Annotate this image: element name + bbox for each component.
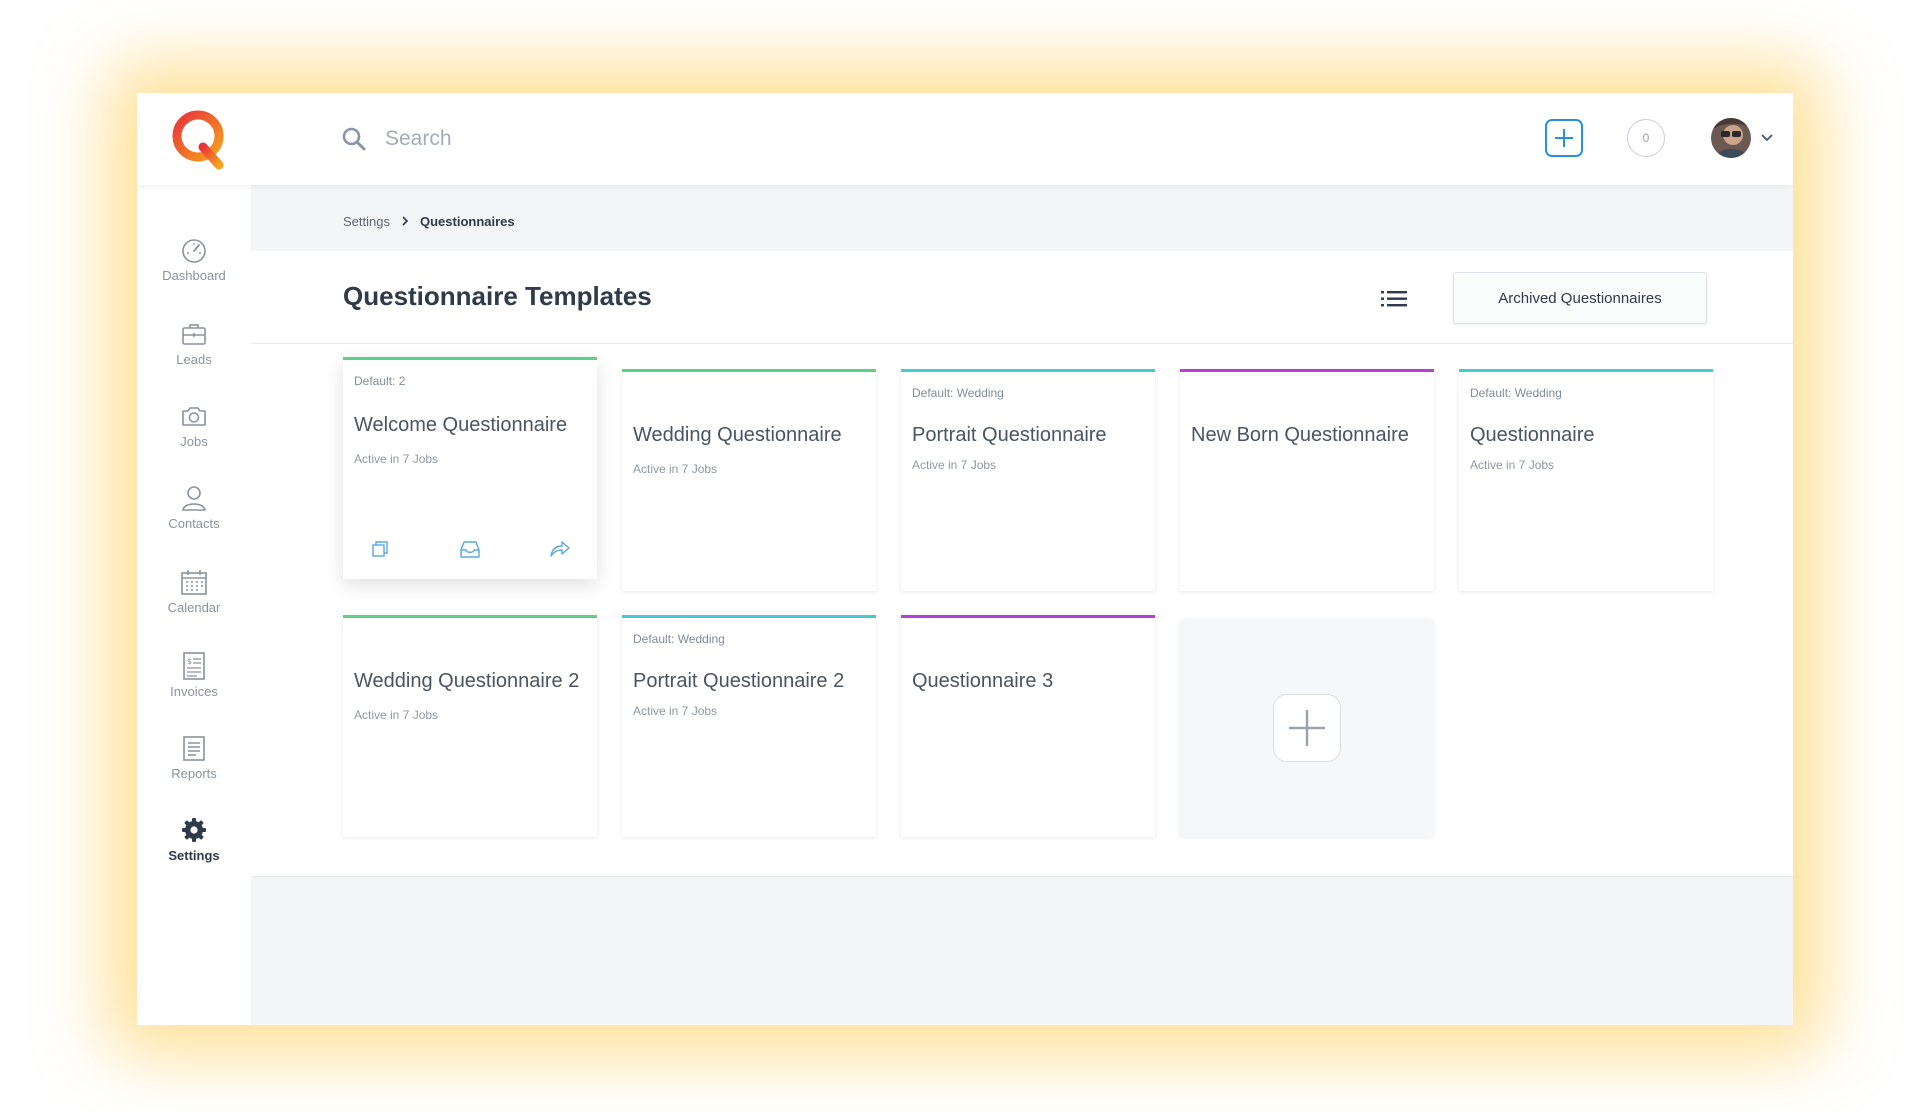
avatar[interactable] bbox=[1711, 118, 1751, 158]
chevron-right-icon bbox=[402, 216, 409, 226]
top-bar: Q 0 bbox=[137, 93, 1793, 185]
questionnaire-card-portrait[interactable]: Default: Wedding Portrait Questionnaire … bbox=[901, 369, 1155, 591]
sidebar-item-label: Calendar bbox=[167, 600, 221, 615]
dashboard-icon bbox=[182, 239, 206, 263]
questionnaire-card-new-born[interactable]: New Born Questionnaire bbox=[1180, 369, 1434, 591]
breadcrumb-current: Questionnaires bbox=[419, 213, 515, 229]
sidebar-item-label: Dashboard bbox=[162, 268, 226, 283]
archived-questionnaires-button[interactable]: Archived Questionnaires bbox=[1453, 272, 1707, 324]
logo[interactable]: Q bbox=[169, 107, 229, 171]
sidebar-item-reports[interactable]: Reports bbox=[137, 733, 251, 797]
card-status: Active in 7 Jobs bbox=[912, 458, 997, 472]
card-title: Portrait Questionnaire bbox=[912, 424, 1107, 446]
sidebar-item-label: Invoices bbox=[170, 684, 218, 699]
sidebar-item-contacts[interactable]: Contacts bbox=[137, 483, 251, 547]
sidebar-item-dashboard[interactable]: Dashboard bbox=[137, 235, 251, 299]
card-title: Welcome Questionnaire bbox=[354, 414, 568, 436]
person-icon bbox=[182, 486, 206, 511]
sidebar-item-label: Leads bbox=[176, 352, 212, 367]
plus-icon bbox=[1555, 129, 1573, 147]
duplicate-icon[interactable] bbox=[369, 538, 391, 560]
card-status: Active in 7 Jobs bbox=[354, 452, 439, 466]
card-status: Active in 7 Jobs bbox=[354, 708, 439, 722]
sidebar: Dashboard Leads Jobs Contacts Calendar $… bbox=[137, 185, 251, 1025]
invoice-icon: $ bbox=[183, 652, 205, 680]
card-default-label: Default: Wedding bbox=[1470, 386, 1562, 400]
sidebar-item-jobs[interactable]: Jobs bbox=[137, 401, 251, 465]
page-title: Questionnaire Templates bbox=[343, 281, 652, 311]
card-title: New Born Questionnaire bbox=[1191, 424, 1409, 446]
breadcrumb-parent[interactable]: Settings bbox=[343, 214, 390, 229]
search-input[interactable] bbox=[385, 119, 985, 159]
main-panel: Questionnaire Templates Archived Questio… bbox=[251, 251, 1793, 877]
questionnaire-card-portrait-2[interactable]: Default: Wedding Portrait Questionnaire … bbox=[622, 615, 876, 837]
questionnaire-card-wedding[interactable]: Wedding Questionnaire Active in 7 Jobs bbox=[622, 369, 876, 591]
camera-icon bbox=[182, 407, 206, 426]
app-window: Q 0 bbox=[137, 93, 1793, 1025]
card-default-label: Default: Wedding bbox=[633, 632, 725, 646]
user-photo-icon bbox=[1711, 118, 1751, 158]
sidebar-item-label: Settings bbox=[168, 848, 220, 863]
card-title: Questionnaire 3 bbox=[912, 670, 1054, 692]
briefcase-icon bbox=[182, 324, 206, 345]
add-questionnaire-card[interactable] bbox=[1180, 619, 1434, 837]
list-view-icon[interactable] bbox=[1379, 287, 1409, 311]
sidebar-item-calendar[interactable]: Calendar bbox=[137, 567, 251, 631]
sidebar-item-settings[interactable]: Settings bbox=[137, 815, 251, 879]
questionnaire-card-questionnaire-3[interactable]: Questionnaire 3 bbox=[901, 615, 1155, 837]
breadcrumb: Settings Questionnaires bbox=[343, 211, 515, 231]
questionnaire-card-questionnaire[interactable]: Default: Wedding Questionnaire Active in… bbox=[1459, 369, 1713, 591]
share-icon[interactable] bbox=[549, 538, 571, 560]
card-title: Wedding Questionnaire bbox=[633, 424, 842, 446]
notification-count-badge[interactable]: 0 bbox=[1627, 119, 1665, 157]
card-status: Active in 7 Jobs bbox=[1470, 458, 1555, 472]
sidebar-item-leads[interactable]: Leads bbox=[137, 319, 251, 383]
card-title: Questionnaire bbox=[1470, 424, 1595, 446]
inbox-icon[interactable] bbox=[459, 538, 481, 560]
calendar-icon bbox=[181, 570, 207, 595]
sidebar-item-label: Reports bbox=[171, 766, 217, 781]
add-questionnaire-button[interactable] bbox=[1273, 694, 1341, 762]
sidebar-item-label: Contacts bbox=[168, 516, 220, 531]
plus-icon bbox=[1289, 710, 1325, 746]
svg-text:$: $ bbox=[187, 657, 192, 666]
add-new-button[interactable] bbox=[1545, 119, 1583, 157]
report-icon bbox=[183, 736, 205, 761]
card-title: Portrait Questionnaire 2 bbox=[633, 670, 845, 692]
card-title: Wedding Questionnaire 2 bbox=[354, 670, 580, 692]
search-icon bbox=[342, 127, 366, 151]
logo-letter: Q bbox=[169, 107, 170, 108]
card-status: Active in 7 Jobs bbox=[633, 704, 718, 718]
sidebar-item-invoices[interactable]: $ Invoices bbox=[137, 651, 251, 715]
questionnaire-card-wedding-2[interactable]: Wedding Questionnaire 2 Active in 7 Jobs bbox=[343, 615, 597, 837]
sidebar-item-label: Jobs bbox=[180, 434, 208, 449]
card-default-label: Default: 2 bbox=[354, 374, 406, 388]
card-default-label: Default: Wedding bbox=[912, 386, 1004, 400]
gear-icon bbox=[182, 818, 206, 842]
questionnaire-card-welcome[interactable]: Default: 2 Welcome Questionnaire Active … bbox=[343, 357, 597, 579]
chevron-down-icon[interactable] bbox=[1760, 133, 1774, 143]
header-divider bbox=[251, 343, 1793, 344]
card-status: Active in 7 Jobs bbox=[633, 462, 718, 476]
